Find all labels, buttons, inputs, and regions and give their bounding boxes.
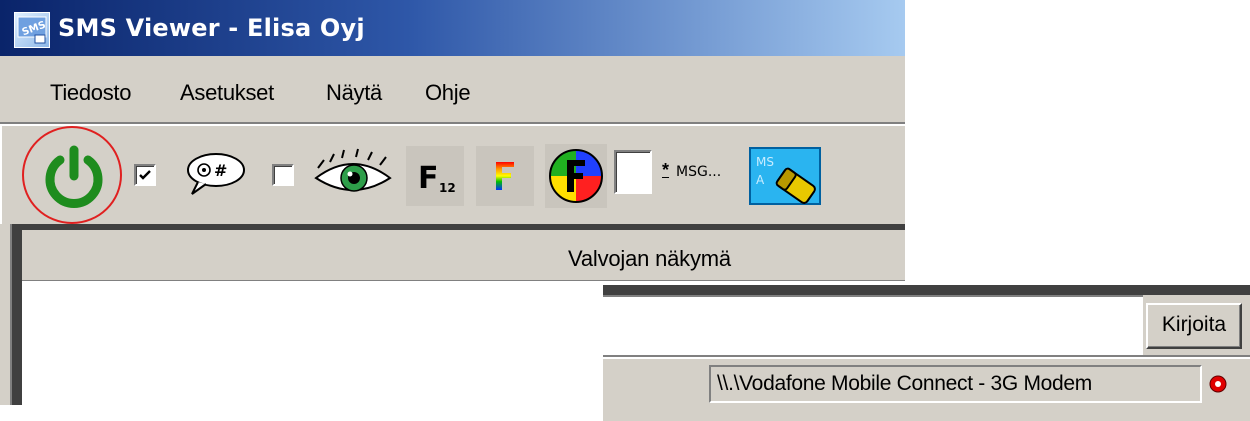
status-led-icon bbox=[1209, 375, 1227, 393]
menu-asetukset[interactable]: Asetukset bbox=[180, 80, 274, 106]
power-button[interactable] bbox=[38, 140, 110, 212]
title-bar[interactable]: SMS SMS Viewer - Elisa Oyj bbox=[0, 0, 905, 56]
font-size-letter: F bbox=[418, 161, 439, 196]
msg-button[interactable]: * MSG... bbox=[660, 150, 740, 194]
eye-icon bbox=[314, 148, 392, 192]
toolbar-checkbox-1[interactable] bbox=[134, 164, 156, 186]
font-palette-button[interactable] bbox=[545, 144, 607, 208]
font-12-icon: F 12 bbox=[418, 161, 456, 196]
toolbar-checkbox-2[interactable] bbox=[272, 164, 294, 186]
svg-text:MS: MS bbox=[756, 155, 774, 169]
message-filter-button[interactable]: # bbox=[178, 148, 250, 204]
monitor-panel-title: Valvojan näkymä bbox=[568, 246, 731, 271]
svg-text:#: # bbox=[214, 161, 227, 180]
speech-bubble-hash-icon: # bbox=[187, 153, 245, 195]
write-button[interactable]: Kirjoita bbox=[1146, 303, 1242, 349]
msa-button[interactable]: MS A bbox=[748, 146, 826, 208]
compose-top-border bbox=[603, 285, 1250, 295]
font-color-icon bbox=[496, 162, 514, 190]
message-input[interactable] bbox=[603, 295, 1143, 355]
window-title: SMS Viewer - Elisa Oyj bbox=[58, 14, 365, 42]
panel-left-edge bbox=[0, 224, 12, 405]
menu-bar: Tiedosto Asetukset Näytä Ohje bbox=[0, 60, 905, 124]
menu-tiedosto[interactable]: Tiedosto bbox=[50, 80, 131, 106]
font-color-button[interactable] bbox=[476, 146, 534, 206]
font-size-subscript: 12 bbox=[439, 181, 456, 195]
sms-app-icon[interactable]: SMS bbox=[14, 12, 50, 48]
connection-status: \\.\Vodafone Mobile Connect - 3G Modem bbox=[709, 365, 1202, 403]
menu-nayta[interactable]: Näytä bbox=[326, 80, 382, 106]
menu-ohje[interactable]: Ohje bbox=[425, 80, 471, 106]
toolbar-checkbox-3[interactable] bbox=[614, 150, 652, 194]
font-size-button[interactable]: F 12 bbox=[406, 146, 464, 206]
power-icon bbox=[45, 145, 103, 208]
msg-label: MSG... bbox=[676, 164, 722, 180]
svg-text:A: A bbox=[756, 173, 765, 187]
checkmark-icon bbox=[139, 170, 151, 180]
color-wheel-font-icon bbox=[549, 149, 603, 203]
msg-prefix: * bbox=[662, 160, 670, 180]
msa-eraser-icon: MS A bbox=[749, 147, 821, 205]
status-separator bbox=[603, 355, 1250, 357]
monitor-view-button[interactable] bbox=[310, 146, 396, 206]
monitor-panel-header[interactable] bbox=[22, 230, 905, 281]
compose-status-area: Kirjoita \\.\Vodafone Mobile Connect - 3… bbox=[603, 285, 1250, 421]
